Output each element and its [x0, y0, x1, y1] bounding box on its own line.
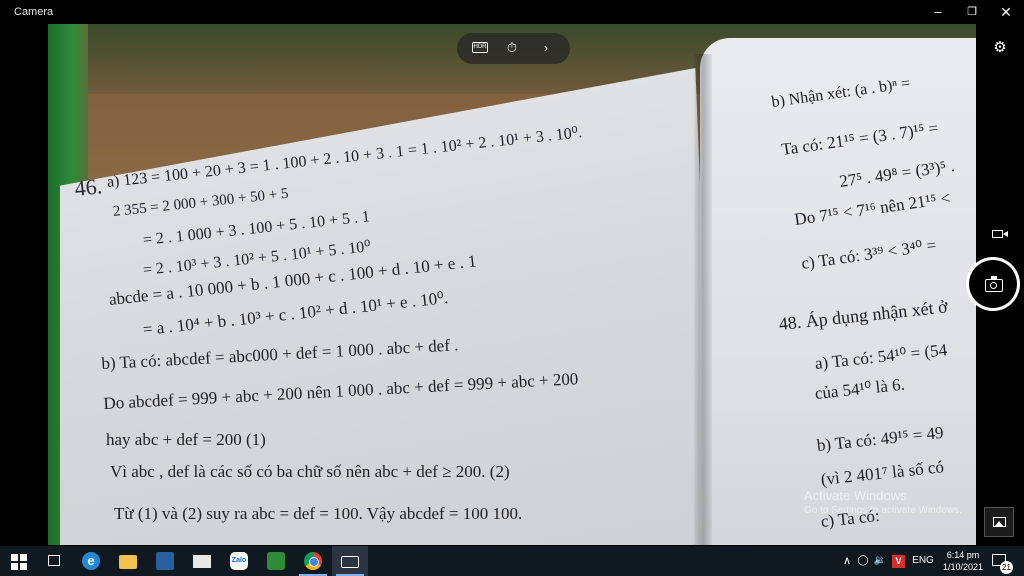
- window-title: Camera: [14, 6, 54, 18]
- shutter-ring: [969, 260, 1017, 308]
- take-photo-button[interactable]: [966, 257, 1020, 311]
- hdr-icon[interactable]: HDR: [469, 38, 491, 58]
- timer-icon[interactable]: ⏱: [501, 38, 523, 58]
- book-line-10: Vì abc , def là các số có ba chữ số nên …: [110, 462, 510, 481]
- greenshot-icon: [267, 552, 285, 570]
- clock-date: 1/10/2021: [942, 562, 984, 572]
- exercise-mark: 46.: [73, 173, 104, 202]
- activate-windows-watermark: Activate Windows Go to Settings to activ…: [804, 488, 962, 516]
- chrome-icon: [304, 552, 322, 570]
- show-hidden-icons-chevron-icon[interactable]: ∧: [840, 546, 854, 576]
- settings-gear-icon[interactable]: ⚙: [990, 38, 1010, 58]
- camera-icon: [341, 556, 359, 568]
- zalo-button[interactable]: Zalo: [221, 546, 257, 576]
- store-button[interactable]: [147, 546, 183, 576]
- camera-viewfinder: 46. a) 123 = 100 + 20 + 3 = 1 . 100 + 2 …: [48, 24, 976, 545]
- start-button[interactable]: [0, 546, 36, 576]
- book-line-11: Từ (1) và (2) suy ra abc = def = 100. Vậ…: [114, 504, 523, 523]
- watermark-subtitle: Go to Settings to activate Windows.: [804, 505, 962, 516]
- camera-options-bar: HDR ⏱ ›: [457, 33, 570, 64]
- chevron-right-icon[interactable]: ›: [535, 38, 557, 58]
- restore-button[interactable]: ❐: [955, 0, 989, 24]
- zalo-icon: Zalo: [230, 552, 248, 570]
- volume-icon[interactable]: 🔉: [872, 546, 888, 576]
- clock-time: 6:14 pm: [946, 550, 980, 560]
- file-explorer-button[interactable]: [110, 546, 146, 576]
- task-view-button[interactable]: [36, 546, 72, 576]
- clock[interactable]: 6:14 pm 1/10/2021: [940, 549, 986, 573]
- watermark-title: Activate Windows: [804, 488, 907, 503]
- gallery-thumbnail[interactable]: [984, 507, 1014, 537]
- close-button[interactable]: ✕: [989, 0, 1023, 24]
- unikey-v-icon[interactable]: V: [892, 555, 905, 568]
- book-line-9: hay abc + def = 200 (1): [106, 430, 266, 449]
- task-view-icon: [48, 555, 60, 566]
- greenshot-button[interactable]: [258, 546, 294, 576]
- notification-count-badge: 21: [1000, 561, 1013, 574]
- windows-logo-icon: [11, 554, 27, 570]
- input-language[interactable]: ENG: [910, 546, 936, 576]
- hdr-label: HDR: [472, 42, 488, 53]
- video-mode-icon[interactable]: [988, 225, 1012, 243]
- camera-taskbar-button[interactable]: [332, 546, 368, 576]
- minimize-button[interactable]: –: [921, 0, 955, 24]
- camera-app-window: Camera – ❐ ✕ 46. a) 123 = 100 + 20 + 3 =…: [0, 0, 1024, 576]
- folder-icon: [119, 555, 137, 569]
- mail-icon: [193, 555, 211, 568]
- chrome-button[interactable]: [295, 546, 331, 576]
- taskbar: e Zalo ∧ ◯ 🔉 V ENG 6:14 pm 1/10/2021 21: [0, 546, 1024, 576]
- mail-button[interactable]: [184, 546, 220, 576]
- network-icon[interactable]: ◯: [856, 546, 870, 576]
- edge-taskbar-button[interactable]: e: [73, 546, 109, 576]
- title-bar: Camera – ❐ ✕: [0, 0, 1024, 24]
- edge-icon: e: [82, 552, 100, 570]
- camera-icon: [985, 276, 1003, 292]
- store-icon: [156, 552, 174, 570]
- book-fold: [694, 54, 712, 545]
- photo-icon: [993, 517, 1006, 527]
